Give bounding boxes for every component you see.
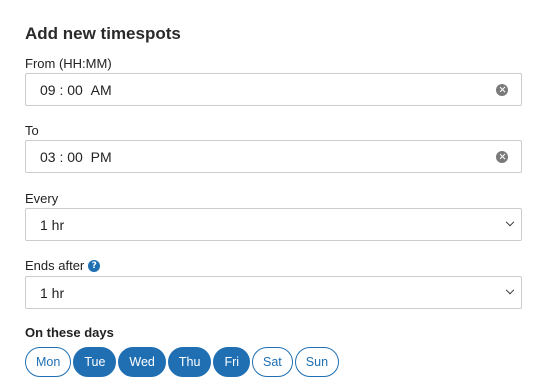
from-hours[interactable]: 09 (40, 82, 56, 98)
chevron-down-icon (505, 217, 515, 226)
ends-after-label: Ends after ? (25, 258, 101, 273)
page-title: Add new timespots (25, 24, 181, 43)
day-toggle-group: Mon Tue Wed Thu Fri Sat Sun (25, 347, 340, 377)
from-time-value: 09 : 00 AM (40, 81, 112, 98)
every-label: Every (25, 191, 59, 206)
to-period[interactable]: PM (91, 149, 112, 165)
ends-after-label-text: Ends after (25, 258, 85, 273)
to-time-input[interactable]: 03 : 00 PM (25, 140, 522, 173)
ends-after-select[interactable]: 1 hr (25, 276, 522, 309)
day-toggle-mon[interactable]: Mon (25, 347, 72, 377)
to-minutes[interactable]: 00 (67, 149, 83, 165)
day-toggle-thu[interactable]: Thu (167, 347, 212, 377)
day-toggle-wed[interactable]: Wed (118, 347, 166, 377)
days-label: On these days (25, 325, 114, 340)
chevron-down-icon (505, 285, 515, 294)
every-select[interactable]: 1 hr (25, 208, 522, 241)
day-toggle-sun[interactable]: Sun (294, 347, 340, 377)
to-time-value: 03 : 00 PM (40, 148, 112, 165)
from-time-input[interactable]: 09 : 00 AM (25, 73, 522, 106)
ends-after-select-value: 1 hr (40, 284, 65, 301)
clear-icon[interactable] (496, 150, 508, 163)
to-label: To (25, 123, 39, 138)
help-icon[interactable]: ? (88, 259, 101, 272)
day-toggle-fri[interactable]: Fri (213, 347, 251, 377)
from-minutes[interactable]: 00 (67, 82, 83, 98)
from-label: From (HH:MM) (25, 56, 112, 71)
to-hours[interactable]: 03 (40, 149, 56, 165)
from-period[interactable]: AM (91, 82, 112, 98)
day-toggle-sat[interactable]: Sat (252, 347, 293, 377)
day-toggle-tue[interactable]: Tue (73, 347, 117, 377)
every-select-value: 1 hr (40, 216, 65, 233)
clear-icon[interactable] (496, 83, 508, 96)
timespots-panel: Add new timespots From (HH:MM) 09 : 00 A… (0, 0, 550, 390)
